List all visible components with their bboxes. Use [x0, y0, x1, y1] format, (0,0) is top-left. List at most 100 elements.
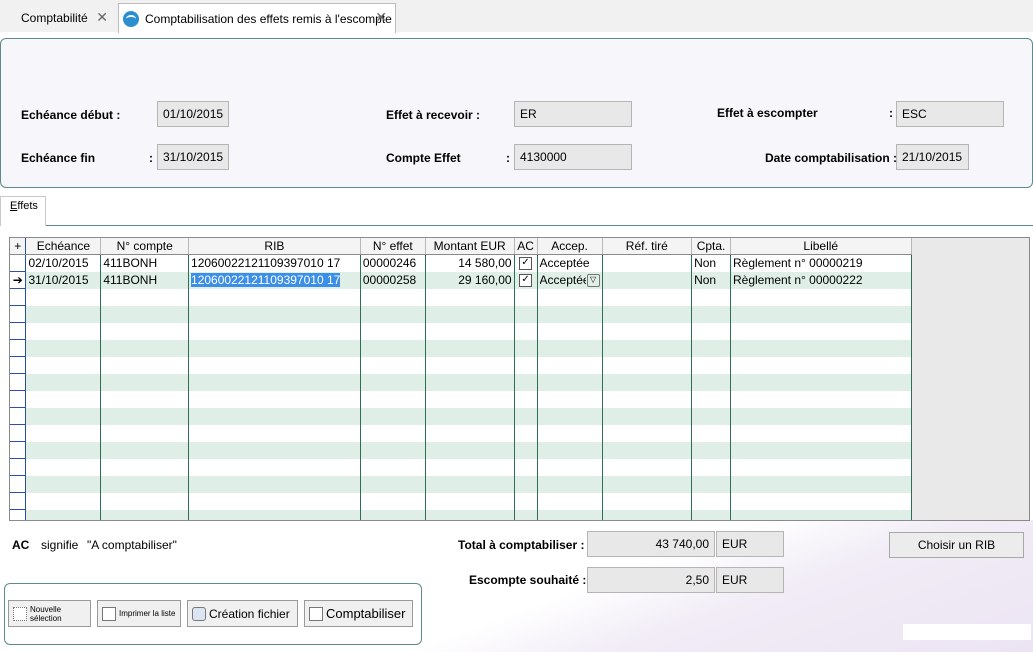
- cell-montant[interactable]: 29 160,00: [425, 271, 515, 289]
- cell-effet[interactable]: 00000246: [360, 254, 426, 272]
- choisir-rib-button[interactable]: Choisir un RIB: [889, 532, 1024, 558]
- column-header-effet[interactable]: N° effet: [360, 238, 426, 255]
- empty-cell: [360, 356, 426, 374]
- compte-effet-field[interactable]: 4130000: [514, 144, 632, 170]
- effets-grid[interactable]: + Echéance N° compte RIB N° effet Montan…: [9, 237, 1030, 521]
- empty-cell: [360, 509, 426, 520]
- accep-dropdown-value[interactable]: Acceptée: [540, 273, 586, 287]
- colon: :: [889, 106, 893, 120]
- column-header-ref-tire[interactable]: Réf. tiré: [602, 238, 693, 255]
- column-header-accep[interactable]: Accep.: [537, 238, 603, 255]
- effets-table: + Echéance N° compte RIB N° effet Montan…: [10, 238, 1029, 520]
- empty-cell: [537, 492, 603, 510]
- tab-comptabilite[interactable]: Comptabilité ✕: [8, 4, 116, 31]
- cell-accep[interactable]: Acceptée▽: [537, 271, 603, 289]
- imprimer-button[interactable]: Imprimer la liste: [97, 600, 181, 627]
- empty-row: [10, 509, 1029, 520]
- empty-cell: [911, 441, 1029, 459]
- date-comptabilisation-field[interactable]: 21/10/2015: [896, 144, 969, 170]
- cell-cpta[interactable]: Non: [691, 254, 731, 272]
- echeance-fin-field[interactable]: 31/10/2015: [157, 144, 229, 170]
- empty-cell: [730, 509, 912, 520]
- comptabiliser-button[interactable]: Comptabiliser: [304, 600, 413, 627]
- empty-cell: [691, 373, 731, 391]
- cell-ref-tire[interactable]: [602, 271, 693, 289]
- close-icon[interactable]: ✕: [96, 9, 108, 26]
- empty-cell: [100, 305, 190, 323]
- cell-cpta[interactable]: Non: [691, 271, 731, 289]
- empty-cell: [691, 390, 731, 408]
- empty-row: [10, 458, 1029, 476]
- effet-escompter-label: Effet à escompter: [717, 106, 818, 120]
- empty-cell: [425, 424, 515, 442]
- column-header-compte[interactable]: N° compte: [100, 238, 190, 255]
- cell-rib[interactable]: 12060022121109397010 17: [188, 271, 361, 289]
- empty-cell: [25, 475, 102, 493]
- empty-cell: [425, 492, 515, 510]
- ac-checkbox[interactable]: ✓: [519, 274, 533, 288]
- cell-ac[interactable]: ✓: [514, 271, 538, 289]
- effet-escompter-field[interactable]: ESC: [896, 101, 1004, 127]
- tab-effets[interactable]: Effets: [0, 196, 46, 226]
- empty-cell: [537, 509, 603, 520]
- nouvelle-selection-button[interactable]: Nouvelle sélection: [8, 600, 91, 627]
- empty-cell: [188, 424, 361, 442]
- current-row-arrow-icon[interactable]: ➔: [10, 271, 27, 289]
- cell-compte[interactable]: 411BONH: [100, 271, 190, 289]
- empty-cell: [425, 356, 515, 374]
- tab-label: Comptabilisation des effets remis à l'es…: [145, 11, 392, 26]
- column-header-montant[interactable]: Montant EUR: [425, 238, 515, 255]
- tab-comptabilisation-effets[interactable]: Comptabilisation des effets remis à l'es…: [118, 3, 396, 33]
- empty-cell: [730, 441, 912, 459]
- cell-montant[interactable]: 14 580,00: [425, 254, 515, 272]
- column-header-libelle[interactable]: Libellé: [730, 238, 912, 255]
- empty-cell: [911, 390, 1029, 408]
- empty-cell: [602, 390, 693, 408]
- cell-echeance[interactable]: 02/10/2015: [25, 254, 102, 272]
- add-row-icon[interactable]: +: [10, 238, 27, 255]
- table-row-selected[interactable]: ➔ 31/10/2015 411BONH 1206002212110939701…: [10, 271, 1029, 289]
- empty-cell: [911, 322, 1029, 340]
- column-header-ac[interactable]: AC: [514, 238, 538, 255]
- empty-cell: [425, 339, 515, 357]
- table-row[interactable]: 02/10/2015 411BONH 12060022121109397010 …: [10, 254, 1029, 272]
- total-field: 43 740,00: [587, 531, 715, 557]
- chevron-down-icon[interactable]: ▽: [586, 273, 600, 287]
- cell-libelle[interactable]: Règlement n° 00000222: [730, 271, 912, 289]
- effet-recevoir-field[interactable]: ER: [514, 101, 632, 127]
- rib-selected-text[interactable]: 12060022121109397010 17: [191, 273, 341, 287]
- empty-cell: [602, 424, 693, 442]
- empty-cell: [537, 441, 603, 459]
- cell-rib[interactable]: 12060022121109397010 17: [188, 254, 361, 272]
- empty-cell: [537, 288, 603, 306]
- nouvelle-selection-label: Nouvelle sélection: [30, 604, 62, 623]
- echeance-debut-field[interactable]: 01/10/2015: [157, 101, 229, 127]
- cell-ac[interactable]: ✓: [514, 254, 538, 272]
- column-header-cpta[interactable]: Cpta.: [691, 238, 731, 255]
- empty-cell: [602, 407, 693, 425]
- column-header-echeance[interactable]: Echéance: [25, 238, 102, 255]
- empty-cell: [360, 339, 426, 357]
- cell-libelle[interactable]: Règlement n° 00000219: [730, 254, 912, 272]
- escompte-field[interactable]: 2,50: [587, 567, 715, 593]
- cell-echeance[interactable]: 31/10/2015: [25, 271, 102, 289]
- creation-fichier-button[interactable]: Création fichier: [187, 600, 298, 627]
- empty-cell: [10, 288, 27, 306]
- empty-cell: [602, 373, 693, 391]
- empty-cell: [691, 322, 731, 340]
- cell-compte[interactable]: 411BONH: [100, 254, 190, 272]
- empty-cell: [100, 407, 190, 425]
- cell-accep[interactable]: Acceptée: [537, 254, 603, 272]
- cell-effet[interactable]: 00000258: [360, 271, 426, 289]
- cell-ref-tire[interactable]: [602, 254, 693, 272]
- empty-cell: [537, 407, 603, 425]
- empty-cell: [602, 288, 693, 306]
- close-icon[interactable]: ✕: [375, 9, 387, 26]
- empty-cell: [911, 458, 1029, 476]
- tab-bar: Comptabilité ✕ Comptabilisation des effe…: [0, 0, 1033, 33]
- ac-checkbox[interactable]: ✓: [519, 257, 533, 271]
- empty-cell: [188, 475, 361, 493]
- row-indicator[interactable]: [10, 254, 27, 272]
- empty-cell: [691, 305, 731, 323]
- column-header-rib[interactable]: RIB: [188, 238, 361, 255]
